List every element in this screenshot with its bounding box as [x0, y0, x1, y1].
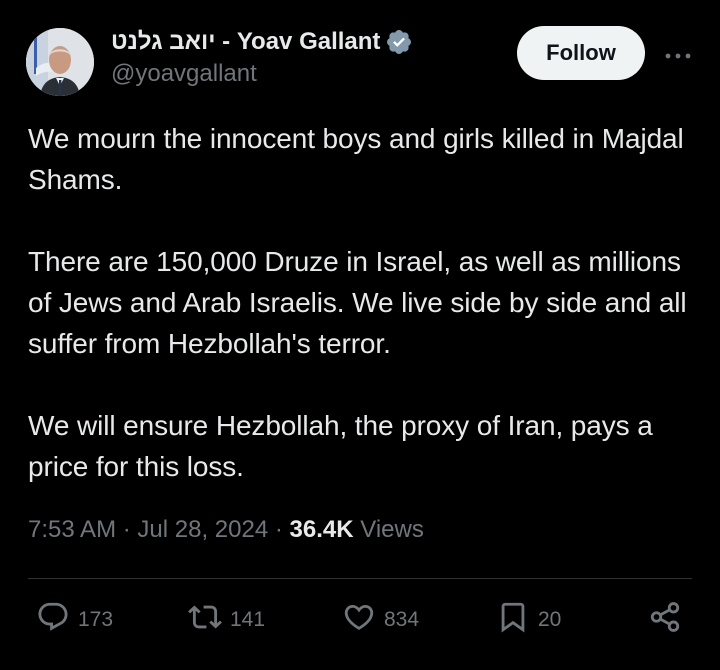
repost-icon: [188, 600, 222, 640]
tweet-meta: 7:53 AM · Jul 28, 2024 · 36.4K Views: [28, 516, 424, 544]
tweet: יואב גלנט - Yoav Gallant @yoavgallant Fo…: [0, 0, 720, 670]
action-bar: 173 141 834 20: [0, 600, 720, 640]
reply-count: 173: [78, 608, 114, 631]
bookmark-icon: [496, 600, 530, 640]
like-button[interactable]: 834: [342, 600, 419, 640]
display-name[interactable]: יואב גלנט - Yoav Gallant: [111, 28, 380, 56]
more-horizontal-icon[interactable]: [664, 48, 692, 59]
tweet-time[interactable]: 7:53 AM: [28, 516, 116, 543]
like-icon: [342, 600, 376, 640]
reply-button[interactable]: 173: [36, 600, 113, 640]
follow-button[interactable]: Follow: [517, 26, 645, 80]
tweet-paragraph: We will ensure Hezbollah, the proxy of I…: [28, 410, 653, 482]
tweet-date[interactable]: Jul 28, 2024: [137, 516, 268, 543]
views-label: Views: [360, 516, 424, 543]
author-info: יואב גלנט - Yoav Gallant @yoavgallant: [111, 26, 413, 88]
avatar-image: [26, 28, 94, 96]
share-button[interactable]: [648, 600, 682, 640]
bookmark-count: 20: [538, 608, 562, 631]
meta-separator: ·: [122, 516, 131, 543]
repost-count: 141: [230, 608, 266, 631]
views-count: 36.4K: [289, 516, 354, 543]
avatar[interactable]: [26, 28, 94, 96]
like-count: 834: [384, 608, 420, 631]
meta-separator: ·: [274, 516, 283, 543]
reply-icon: [36, 600, 70, 640]
share-icon: [648, 600, 682, 640]
repost-button[interactable]: 141: [188, 600, 265, 640]
handle[interactable]: @yoavgallant: [111, 60, 413, 88]
tweet-paragraph: We mourn the innocent boys and girls kil…: [28, 123, 684, 195]
tweet-text: We mourn the innocent boys and girls kil…: [28, 118, 698, 487]
verified-badge-icon: [385, 28, 413, 56]
name-row: יואב גלנט - Yoav Gallant: [111, 26, 413, 58]
bookmark-button[interactable]: 20: [496, 600, 561, 640]
divider: [28, 578, 692, 579]
tweet-paragraph: There are 150,000 Druze in Israel, as we…: [28, 246, 687, 359]
